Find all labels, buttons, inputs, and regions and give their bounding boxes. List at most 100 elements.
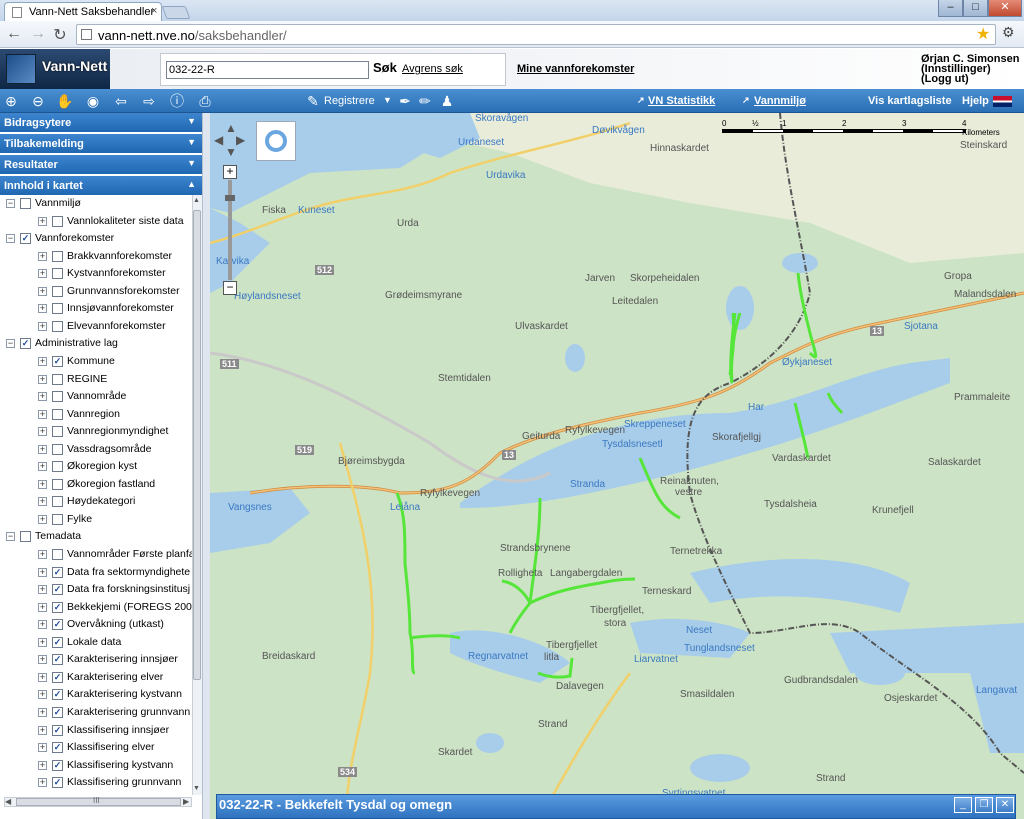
layer-checkbox[interactable] [52,549,63,560]
layer-tree-row[interactable]: + ✓ Klassifisering innsjøer [0,722,192,739]
sidebar-splitter[interactable] [202,113,210,819]
layer-list-link[interactable]: Vis kartlagsliste [868,95,952,107]
layer-checkbox[interactable]: ✓ [52,777,63,789]
layer-checkbox[interactable] [52,426,63,438]
zoom-extent-icon[interactable]: ◉ [84,92,102,110]
layer-checkbox[interactable]: ✓ [52,619,63,631]
reload-icon[interactable]: ↻ [50,25,70,45]
scroll-down-icon[interactable]: ▼ [193,785,200,792]
expand-icon[interactable]: + [38,690,47,700]
expand-icon[interactable]: + [38,462,47,472]
layer-tree-row[interactable]: + ✓ Karakterisering elver [0,669,192,686]
layer-tree-row[interactable]: + Kystvannforekomster [0,265,192,282]
layer-tree-row[interactable]: + ✓ Klassifisering elver [0,739,192,756]
previous-extent-icon[interactable]: ⇦ [112,92,130,110]
back-arrow-icon[interactable]: ← [4,25,24,43]
map-canvas[interactable]: Skoravågen Døvikvågen Urdaneset Hinnaskarde… [210,113,1024,819]
my-waterbodies-link[interactable]: Mine vannforekomster [517,63,634,75]
layer-tree-row[interactable]: + REGINE [0,371,192,388]
expand-icon[interactable]: + [38,514,47,524]
expand-icon[interactable]: + [38,444,47,454]
layer-checkbox[interactable] [52,303,63,315]
pan-hand-icon[interactable]: ✋ [56,92,74,110]
bookmark-star-icon[interactable]: ★ [976,24,990,44]
expand-icon[interactable]: + [38,392,47,402]
layer-checkbox[interactable]: ✓ [52,636,63,648]
layer-tree-row[interactable]: + Vannområder Første planfa [0,546,192,563]
layer-checkbox[interactable]: ✓ [52,706,63,718]
expand-icon[interactable]: + [38,725,47,735]
expand-icon[interactable]: + [38,620,47,630]
address-bar[interactable]: vann-nett.nve.no/saksbehandler/ [76,24,996,45]
zoom-out-icon[interactable]: ⊖ [29,92,47,110]
expand-icon[interactable]: + [38,251,47,261]
layer-tree-row[interactable]: + Høydekategori [0,493,192,510]
tab-close-icon[interactable]: × [151,5,157,17]
expand-icon[interactable]: + [38,655,47,665]
accordion-feedback[interactable]: Tilbakemelding ▼ [0,134,202,154]
layer-checkbox[interactable] [52,268,63,280]
layer-checkbox[interactable]: ✓ [20,338,31,350]
pan-control[interactable]: ▲ ◀ ▶ ▼ [214,121,248,159]
layer-tree-row[interactable]: + ✓ Karakterisering innsjøer [0,651,192,668]
search-button[interactable]: Søk [373,60,397,75]
vannmiljo-link[interactable]: Vannmiljø [754,95,806,107]
info-window-close-button[interactable]: ✕ [996,797,1014,813]
layer-tree-row[interactable]: + Økoregion kyst [0,458,192,475]
layer-tree-row[interactable]: + Innsjøvannforekomster [0,300,192,317]
expand-icon[interactable]: + [38,216,47,226]
layer-tree-row[interactable]: + Elvevannforekomster [0,318,192,335]
logout-link[interactable]: (Logg ut) [921,73,969,85]
expand-icon[interactable]: + [38,286,47,296]
expand-icon[interactable]: + [38,585,47,595]
layer-checkbox[interactable]: ✓ [52,584,63,596]
layer-checkbox[interactable] [52,478,63,490]
add-user-icon[interactable]: ♟ [438,92,456,110]
layer-tree-row[interactable]: + Grunnvannsforekomster [0,283,192,300]
window-close-button[interactable]: ✕ [988,0,1022,17]
print-icon[interactable]: ⎙ [196,92,214,110]
app-logo-text[interactable]: Vann-Nett [42,58,107,74]
layer-tree-row[interactable]: + Brakkvannforekomster [0,248,192,265]
expand-icon[interactable]: + [38,672,47,682]
browser-tab[interactable]: Vann-Nett Saksbehandler × [4,2,162,21]
expand-icon[interactable]: + [38,637,47,647]
edit-pencil-icon[interactable]: ✏ [416,92,434,110]
layer-checkbox[interactable]: ✓ [52,601,63,613]
wrench-menu-icon[interactable]: ⚙ [1002,24,1015,41]
zoom-in-icon[interactable]: ⊕ [2,92,20,110]
expand-icon[interactable]: + [38,497,47,507]
layer-checkbox[interactable]: ✓ [52,654,63,666]
layer-checkbox[interactable] [52,496,63,508]
refine-search-link[interactable]: Avgrens søk [402,63,463,75]
layer-checkbox[interactable] [52,513,63,525]
new-tab-button[interactable] [161,6,191,19]
layer-checkbox[interactable] [52,391,63,403]
layer-tree-row[interactable]: + Vannlokaliteter siste data [0,213,192,230]
window-minimize-button[interactable]: – [938,0,963,17]
expand-icon[interactable]: + [38,304,47,314]
register-menu[interactable]: Registrere [324,95,375,107]
vn-stats-link[interactable]: VN Statistikk [648,95,715,107]
layer-tree-row[interactable]: + Vannregionmyndighet [0,423,192,440]
expand-icon[interactable]: + [38,374,47,384]
layer-checkbox[interactable] [52,320,63,332]
layer-checkbox[interactable] [52,443,63,455]
expand-icon[interactable]: + [38,778,47,788]
next-extent-icon[interactable]: ⇨ [140,92,158,110]
layer-checkbox[interactable] [52,408,63,420]
layer-checkbox[interactable] [52,215,63,227]
layer-tree-row[interactable]: + Vannområde [0,388,192,405]
draw-line-icon[interactable]: ✒ [396,92,414,110]
layer-tree-row[interactable]: + Økoregion fastland [0,476,192,493]
layer-tree-row[interactable]: − Temadata [0,528,192,545]
collapse-icon[interactable]: − [6,339,15,349]
layer-checkbox[interactable]: ✓ [52,566,63,578]
layer-tree-row[interactable]: + ✓ Karakterisering kystvann [0,686,192,703]
layer-checkbox[interactable]: ✓ [52,742,63,754]
expand-icon[interactable]: + [38,707,47,717]
scroll-right-icon[interactable]: ▶ [183,797,189,806]
overview-map-button[interactable] [256,121,296,161]
layer-tree-row[interactable]: − ✓ Vannforekomster [0,230,192,247]
layer-checkbox[interactable] [52,461,63,473]
